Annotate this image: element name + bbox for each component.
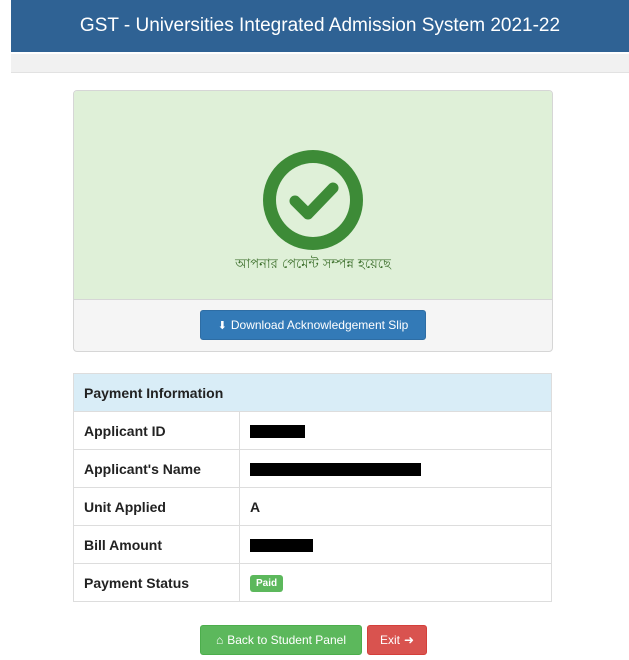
action-buttons: ⌂ Back to Student Panel Exit ➜ bbox=[0, 625, 629, 657]
applicant-name-value bbox=[239, 449, 552, 488]
table-row: Payment Status Paid bbox=[73, 563, 552, 602]
home-icon: ⌂ bbox=[216, 633, 224, 647]
applicant-name-label: Applicant's Name bbox=[73, 449, 240, 488]
payment-status-value: Paid bbox=[239, 563, 552, 602]
redacted-block bbox=[250, 463, 421, 477]
success-banner: আপনার পেমেন্ট সম্পন্ন হয়েছে bbox=[74, 91, 552, 300]
payment-info-heading: Payment Information bbox=[73, 373, 552, 412]
back-to-student-panel-button[interactable]: ⌂ Back to Student Panel bbox=[200, 625, 362, 655]
table-row: Applicant's Name bbox=[73, 449, 552, 488]
redacted-block bbox=[250, 539, 313, 553]
page-title: GST - Universities Integrated Admission … bbox=[79, 15, 561, 36]
app-header: GST - Universities Integrated Admission … bbox=[11, 0, 629, 52]
payment-info-table: Payment Information Applicant ID Applica… bbox=[73, 373, 552, 602]
bill-amount-value bbox=[239, 525, 552, 564]
status-badge: Paid bbox=[250, 575, 284, 592]
applicant-id-label: Applicant ID bbox=[73, 411, 240, 450]
back-button-label: Back to Student Panel bbox=[227, 633, 346, 647]
table-row: Applicant ID bbox=[73, 411, 552, 450]
unit-applied-value: A bbox=[239, 487, 552, 526]
applicant-id-value bbox=[239, 411, 552, 450]
payment-status-label: Payment Status bbox=[73, 563, 240, 602]
exit-button-label: Exit bbox=[379, 633, 400, 647]
sub-bar bbox=[11, 54, 629, 73]
bill-amount-label: Bill Amount bbox=[73, 525, 240, 564]
download-acknowledgement-button[interactable]: ⬇ Download Acknowledgement Slip bbox=[200, 310, 426, 340]
success-message: আপনার পেমেন্ট সম্পন্ন হয়েছে bbox=[235, 257, 391, 272]
table-row: Bill Amount bbox=[73, 525, 552, 564]
check-circle-icon bbox=[263, 150, 363, 250]
sign-out-icon: ➜ bbox=[403, 633, 415, 647]
exit-button[interactable]: Exit ➜ bbox=[367, 625, 427, 655]
download-button-label: Download Acknowledgement Slip bbox=[230, 318, 409, 332]
table-row: Unit Applied A bbox=[73, 487, 552, 526]
unit-applied-label: Unit Applied bbox=[73, 487, 240, 526]
payment-success-panel: আপনার পেমেন্ট সম্পন্ন হয়েছে ⬇ Download … bbox=[73, 90, 553, 352]
download-icon: ⬇ bbox=[217, 319, 227, 332]
table-header-row: Payment Information bbox=[73, 373, 552, 412]
redacted-block bbox=[250, 425, 305, 439]
